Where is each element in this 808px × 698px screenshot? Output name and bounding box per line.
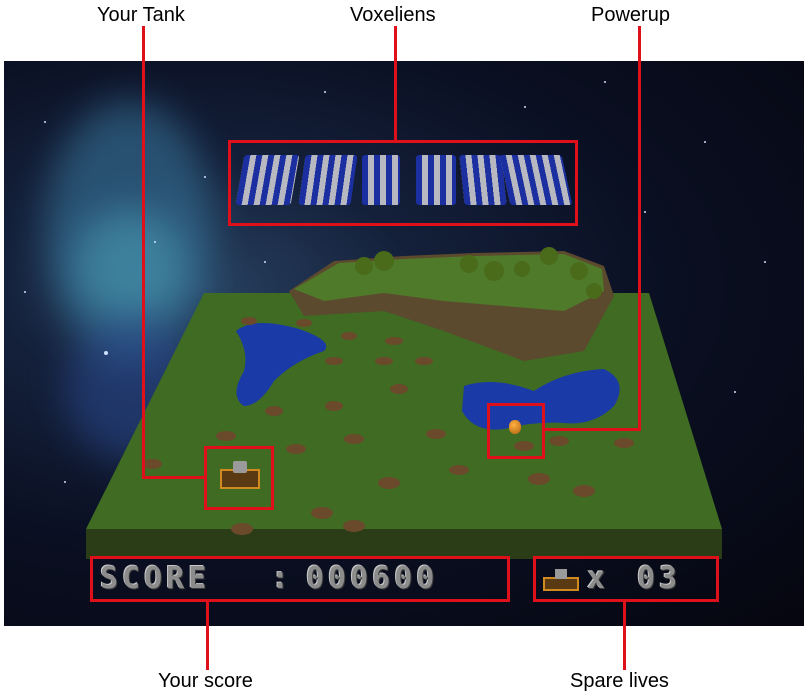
tank-connector-vertical — [142, 26, 145, 478]
score-highlight-box — [90, 556, 510, 602]
voxeliens-connector — [394, 26, 397, 141]
callout-your-score: Your score — [158, 670, 253, 692]
tank-connector-horizontal — [142, 476, 205, 479]
grass-field — [86, 293, 722, 529]
lives-connector — [623, 601, 626, 670]
callout-spare-lives: Spare lives — [570, 670, 669, 692]
callout-voxeliens: Voxeliens — [350, 4, 436, 26]
powerup-connector-vertical — [638, 26, 641, 430]
voxeliens-highlight-box — [228, 140, 578, 226]
callout-your-tank: Your Tank — [97, 4, 185, 26]
callout-powerup: Powerup — [591, 4, 670, 26]
score-connector — [206, 601, 209, 670]
terrain-side — [86, 529, 722, 559]
tank-highlight-box — [204, 446, 274, 510]
lives-highlight-box — [533, 556, 719, 602]
powerup-highlight-box — [487, 403, 545, 459]
powerup-connector-horizontal — [545, 428, 641, 431]
